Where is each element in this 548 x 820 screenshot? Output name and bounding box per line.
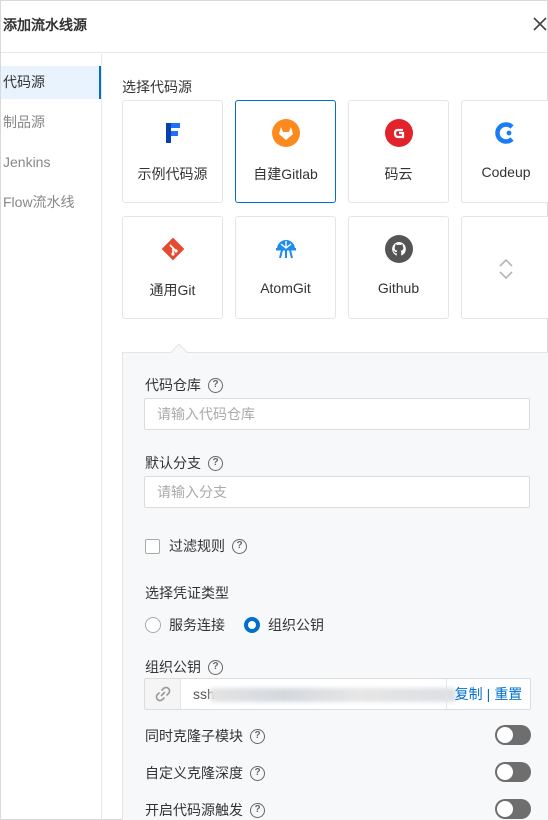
help-icon[interactable]: ? <box>208 659 223 675</box>
atomgit-icon <box>272 235 300 263</box>
repo-input[interactable] <box>144 398 530 430</box>
source-card-github[interactable]: Github <box>348 216 449 319</box>
source-card-atomgit[interactable]: AtomGit <box>235 216 336 319</box>
help-icon[interactable]: ? <box>250 728 265 744</box>
clone-depth-label: 自定义克隆深度 <box>145 765 243 781</box>
source-card-label: 通用Git <box>149 282 196 298</box>
filter-rules-row: 过滤规则 ? <box>145 536 247 556</box>
help-icon[interactable]: ? <box>232 538 247 554</box>
clone-submodules-toggle[interactable] <box>495 725 531 745</box>
source-card-sample[interactable]: 示例代码源 <box>122 100 223 203</box>
source-card-label: 自建Gitlab <box>253 166 318 182</box>
gitlab-icon <box>271 119 300 147</box>
section-label-source: 选择代码源 <box>122 79 192 95</box>
branch-label-text: 默认分支 <box>145 455 201 471</box>
dialog-title: 添加流水线源 <box>3 17 87 33</box>
source-card-codeup[interactable]: Codeup <box>461 100 548 203</box>
chevron-updown-icon <box>492 255 520 283</box>
source-card-label: Github <box>377 280 420 296</box>
credential-type-label: 选择凭证类型 <box>145 585 229 601</box>
source-trigger-toggle[interactable] <box>495 799 531 819</box>
sidebar-item-code-source[interactable]: 代码源 <box>1 66 101 99</box>
source-card-gitlab[interactable]: 自建Gitlab <box>235 100 336 203</box>
public-key-label: 组织公钥 ? <box>145 657 223 677</box>
public-key-label-text: 组织公钥 <box>145 659 201 675</box>
sidebar-item-artifact-source[interactable]: 制品源 <box>1 106 101 139</box>
help-icon[interactable]: ? <box>250 765 265 781</box>
sidebar-item-flow-pipeline[interactable]: Flow流水线 <box>1 186 101 219</box>
help-icon[interactable]: ? <box>208 377 223 393</box>
source-config-panel: 代码仓库 ? 默认分支 ? 过滤规则 ? 选择凭证类型 服务连接 组织公钥 <box>122 343 548 820</box>
source-card-generic-git[interactable]: 通用Git <box>122 216 223 319</box>
radio-service-connection[interactable]: 服务连接 <box>145 615 225 635</box>
branch-input[interactable] <box>144 476 530 508</box>
sidebar-item-jenkins[interactable]: Jenkins <box>1 146 101 179</box>
help-icon[interactable]: ? <box>250 802 265 818</box>
repo-label: 代码仓库 ? <box>145 375 223 395</box>
source-card-label: 示例代码源 <box>137 166 208 182</box>
help-icon[interactable]: ? <box>208 455 223 471</box>
close-icon[interactable] <box>531 13 548 35</box>
action-separator: | <box>486 686 491 702</box>
clone-submodules-row: 同时克隆子模块 ? <box>145 725 531 746</box>
link-icon <box>145 679 181 709</box>
filter-rules-checkbox[interactable] <box>145 538 160 554</box>
clone-depth-row: 自定义克隆深度 ? <box>145 762 531 783</box>
copy-key-link[interactable]: 复制 <box>455 684 483 704</box>
source-card-label: Codeup <box>481 164 531 180</box>
main-content: 选择代码源 示例代码源 自建Gitlab 码云 Codeup 通用Git Ato… <box>102 54 548 820</box>
expand-sources-button[interactable] <box>461 216 548 319</box>
clone-depth-toggle[interactable] <box>495 762 531 782</box>
git-icon <box>159 235 187 263</box>
source-card-gitee[interactable]: 码云 <box>348 100 449 203</box>
branch-label: 默认分支 ? <box>145 453 223 473</box>
flow-f-icon <box>159 119 187 147</box>
source-card-label: AtomGit <box>260 280 311 296</box>
source-card-label: 码云 <box>384 166 413 182</box>
radio-label: 组织公钥 <box>268 617 324 633</box>
public-key-field: ssh 复制 | 重置 <box>144 678 531 710</box>
dialog-header: 添加流水线源 <box>1 1 548 53</box>
radio-circle-checked <box>244 617 260 633</box>
repo-label-text: 代码仓库 <box>145 377 201 393</box>
public-key-actions: 复制 | 重置 <box>446 679 530 709</box>
radio-org-public-key[interactable]: 组织公钥 <box>244 615 324 635</box>
codeup-icon <box>492 119 520 147</box>
github-icon <box>384 235 413 263</box>
reset-key-link[interactable]: 重置 <box>494 684 522 704</box>
public-key-redacted <box>210 688 456 702</box>
filter-rules-label: 过滤规则 <box>169 538 225 554</box>
panel-pointer <box>170 343 188 361</box>
radio-circle <box>145 617 161 633</box>
clone-submodules-label: 同时克隆子模块 <box>145 728 243 744</box>
sidebar: 代码源 制品源 Jenkins Flow流水线 <box>1 54 102 820</box>
source-trigger-row: 开启代码源触发 ? <box>145 799 531 820</box>
gitee-icon <box>384 119 413 147</box>
radio-label: 服务连接 <box>169 617 225 633</box>
source-trigger-label: 开启代码源触发 <box>145 802 243 818</box>
add-pipeline-source-dialog: 添加流水线源 代码源 制品源 Jenkins Flow流水线 选择代码源 示例代… <box>0 0 548 820</box>
